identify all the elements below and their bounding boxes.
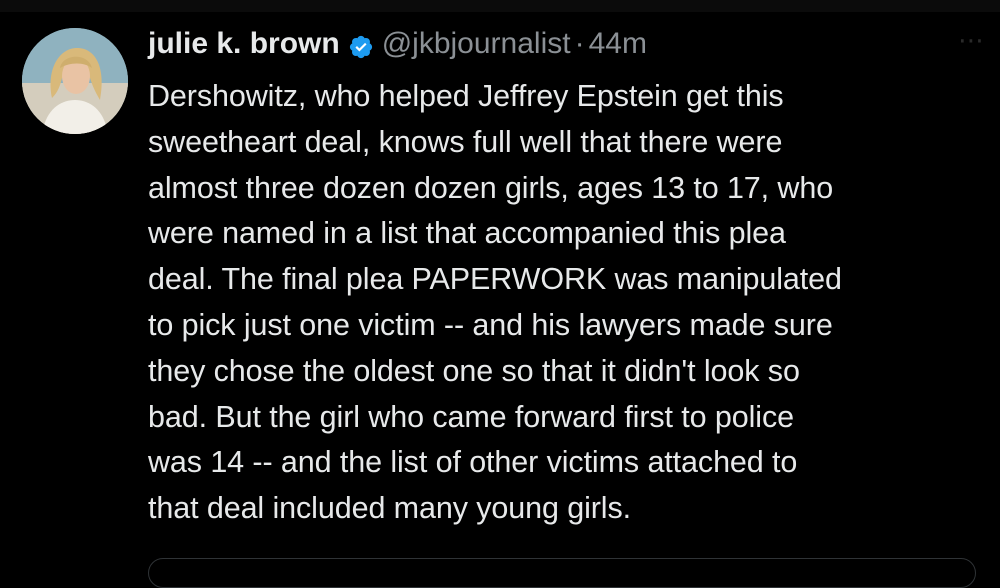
avatar[interactable] [22, 28, 128, 134]
embedded-card[interactable] [148, 558, 976, 588]
timestamp[interactable]: 44m [589, 24, 647, 64]
verified-badge-icon[interactable] [348, 31, 374, 59]
author-handle[interactable]: @jkbjournalist [382, 24, 571, 64]
dot-separator: · [574, 27, 585, 60]
avatar-image [22, 28, 128, 134]
more-options-icon[interactable]: ⋯ [956, 27, 986, 53]
top-divider [0, 0, 1000, 12]
tweet-header: julie k. brown @jkbjournalist · 44m [148, 24, 647, 64]
tweet-text: Dershowitz, who helped Jeffrey Epstein g… [148, 79, 842, 526]
author-name[interactable]: julie k. brown [148, 24, 340, 64]
